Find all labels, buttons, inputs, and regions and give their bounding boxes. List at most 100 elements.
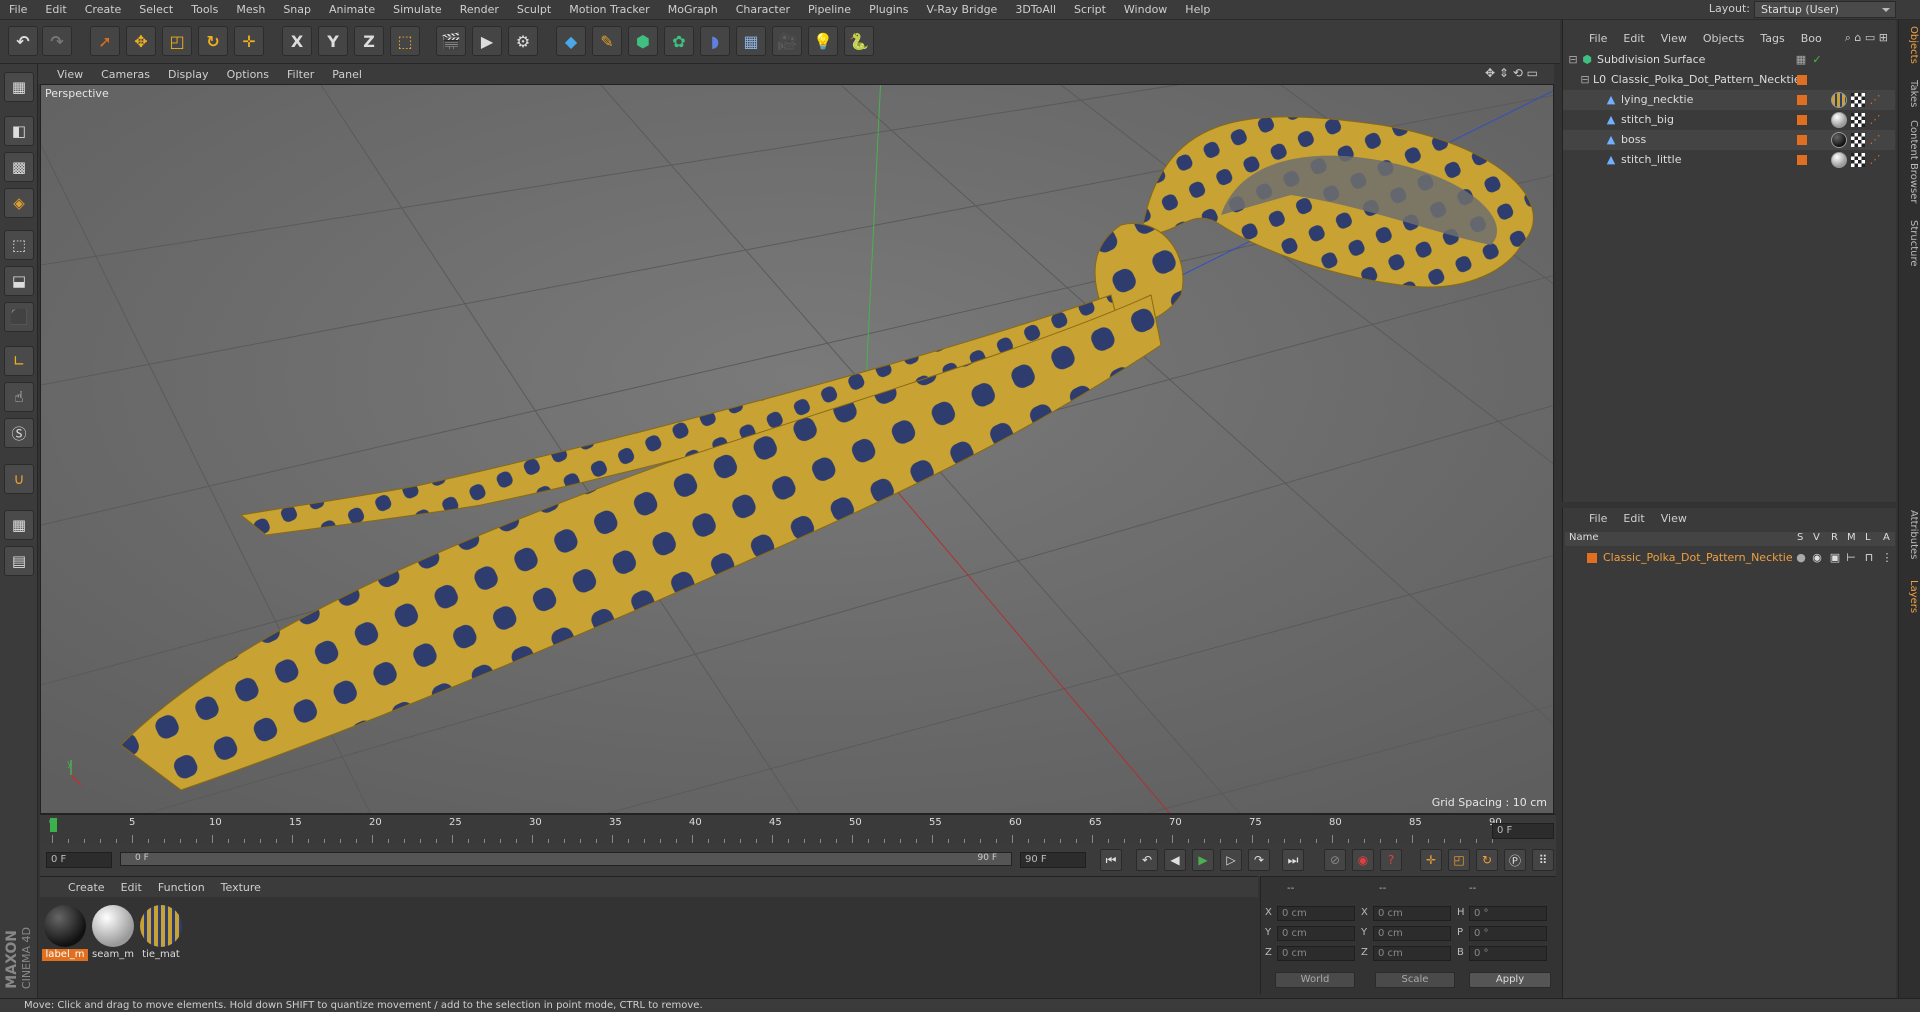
phong-tag-icon[interactable]: ⋰ bbox=[1869, 154, 1881, 166]
coord-type-select[interactable]: Scale bbox=[1375, 972, 1455, 988]
key-rotation-icon[interactable]: ↻ bbox=[1476, 849, 1498, 871]
object-row-necktie-null[interactable]: ⊟ L0 Classic_Polka_Dot_Pattern_Necktie bbox=[1563, 70, 1895, 90]
solo-mode-icon[interactable]: Ⓢ bbox=[4, 418, 34, 448]
layer-color-icon[interactable] bbox=[1797, 115, 1807, 125]
menu-sculpt[interactable]: Sculpt bbox=[508, 0, 560, 20]
position-y-field[interactable]: 0 cm bbox=[1277, 926, 1355, 941]
rotate-tool-icon[interactable]: ↻ bbox=[198, 26, 228, 56]
layout-select[interactable]: Startup (User) bbox=[1754, 1, 1896, 18]
layer-menu-file[interactable]: File bbox=[1581, 512, 1615, 525]
tab-layers[interactable]: Layers bbox=[1901, 580, 1919, 613]
phong-tag-icon[interactable]: ⋰ bbox=[1869, 114, 1881, 126]
object-row-subdivision[interactable]: ⊟ ⬢ Subdivision Surface ▦ ✓ bbox=[1563, 50, 1895, 70]
workplane-mode-icon[interactable]: ◈ bbox=[4, 188, 34, 218]
object-search-icons[interactable]: ⌕ ⌂ ▭ ⊞ bbox=[1845, 31, 1888, 45]
previous-frame-icon[interactable]: ◀ bbox=[1164, 849, 1186, 871]
layer-lock-icon[interactable]: ⊓ bbox=[1863, 552, 1875, 564]
timeline-playhead[interactable] bbox=[50, 818, 57, 832]
material-menu-texture[interactable]: Texture bbox=[213, 881, 269, 894]
tab-content-browser[interactable]: Content Browser bbox=[1901, 120, 1919, 203]
tab-structure[interactable]: Structure bbox=[1901, 220, 1919, 267]
layer-visible-icon[interactable]: ◉ bbox=[1811, 552, 1823, 564]
object-row-stitch-big[interactable]: ▲ stitch_big ⋰ bbox=[1563, 110, 1895, 130]
layer-menu-edit[interactable]: Edit bbox=[1615, 512, 1652, 525]
menu-mograph[interactable]: MoGraph bbox=[659, 0, 727, 20]
layer-color-icon[interactable] bbox=[1797, 135, 1807, 145]
polygons-mode-icon[interactable]: ⬛ bbox=[4, 302, 34, 332]
key-position-icon[interactable]: ✛ bbox=[1420, 849, 1442, 871]
keyframe-selection-icon[interactable]: ? bbox=[1380, 849, 1402, 871]
current-frame-field[interactable]: 0 F bbox=[1492, 823, 1554, 839]
menu-pipeline[interactable]: Pipeline bbox=[799, 0, 860, 20]
workplane-icon[interactable]: ▦ bbox=[4, 510, 34, 540]
rotation-p-field[interactable]: 0 ° bbox=[1469, 926, 1547, 941]
layer-menu-view[interactable]: View bbox=[1653, 512, 1695, 525]
material-menu-edit[interactable]: Edit bbox=[113, 881, 150, 894]
collapse-icon[interactable]: ⊟ bbox=[1567, 54, 1579, 66]
menu-script[interactable]: Script bbox=[1065, 0, 1115, 20]
array-generator-icon[interactable]: ✿ bbox=[664, 26, 694, 56]
texture-tag-icon[interactable] bbox=[1831, 132, 1847, 148]
axis-x-button[interactable]: X bbox=[282, 26, 312, 56]
object-menu-edit[interactable]: Edit bbox=[1615, 32, 1652, 45]
apply-button[interactable]: Apply bbox=[1469, 972, 1551, 988]
size-x-field[interactable]: 0 cm bbox=[1373, 906, 1451, 921]
autokey-icon[interactable]: ◉ bbox=[1352, 849, 1374, 871]
menu-file[interactable]: File bbox=[0, 0, 36, 20]
material-menu-function[interactable]: Function bbox=[150, 881, 213, 894]
object-row-lying-necktie[interactable]: ▲ lying_necktie ⋰ bbox=[1563, 90, 1895, 110]
tab-takes[interactable]: Takes bbox=[1901, 80, 1919, 107]
locked-workplane-icon[interactable]: ▤ bbox=[4, 546, 34, 576]
viewport-menu-panel[interactable]: Panel bbox=[323, 68, 371, 81]
render-view-icon[interactable]: 🎬 bbox=[436, 26, 466, 56]
layer-row-necktie[interactable]: Classic_Polka_Dot_Pattern_Necktie ● ◉ ▣ … bbox=[1563, 548, 1895, 568]
menu-edit[interactable]: Edit bbox=[36, 0, 75, 20]
menu-create[interactable]: Create bbox=[76, 0, 131, 20]
layer-solo-icon[interactable]: ● bbox=[1795, 552, 1807, 564]
texture-tag-icon[interactable] bbox=[1831, 152, 1847, 168]
object-menu-view[interactable]: View bbox=[1653, 32, 1695, 45]
object-row-boss[interactable]: ▲ boss ⋰ bbox=[1563, 130, 1895, 150]
redo-icon[interactable]: ↷ bbox=[42, 26, 72, 56]
viewport-perspective[interactable]: y Perspective Grid Spacing : 10 cm bbox=[40, 84, 1554, 814]
uvw-tag-icon[interactable] bbox=[1851, 153, 1865, 167]
end-frame-field[interactable]: 90 F bbox=[1020, 852, 1086, 868]
points-mode-icon[interactable]: ⬚ bbox=[4, 230, 34, 260]
collapse-icon[interactable]: ⊟ bbox=[1579, 74, 1591, 86]
menu-select[interactable]: Select bbox=[130, 0, 182, 20]
viewport-menu-filter[interactable]: Filter bbox=[278, 68, 323, 81]
record-keyframes-icon[interactable]: ⊘ bbox=[1324, 849, 1346, 871]
material-menu-create[interactable]: Create bbox=[60, 881, 113, 894]
move-tool-icon[interactable]: ✥ bbox=[126, 26, 156, 56]
cube-icon[interactable]: ◆ bbox=[556, 26, 586, 56]
menu-3dtoall[interactable]: 3DToAll bbox=[1006, 0, 1065, 20]
position-z-field[interactable]: 0 cm bbox=[1277, 946, 1355, 961]
layer-color-icon[interactable] bbox=[1797, 155, 1807, 165]
menu-mesh[interactable]: Mesh bbox=[227, 0, 274, 20]
layer-animation-icon[interactable]: ⋮ bbox=[1881, 552, 1893, 564]
snapping-icon[interactable]: ∪ bbox=[4, 464, 34, 494]
coord-mode-select[interactable]: World bbox=[1275, 972, 1355, 988]
size-z-field[interactable]: 0 cm bbox=[1373, 946, 1451, 961]
texture-mode-icon[interactable]: ▩ bbox=[4, 152, 34, 182]
next-frame-icon[interactable]: ▷ bbox=[1220, 849, 1242, 871]
model-mode-icon[interactable]: ◧ bbox=[4, 116, 34, 146]
position-x-field[interactable]: 0 cm bbox=[1277, 906, 1355, 921]
layer-color-icon[interactable] bbox=[1797, 75, 1807, 85]
key-pla-icon[interactable]: ⠿ bbox=[1532, 849, 1554, 871]
next-key-icon[interactable]: ↷ bbox=[1248, 849, 1270, 871]
phong-tag-icon[interactable]: ⋰ bbox=[1869, 94, 1881, 106]
tweak-mode-icon[interactable]: ☝ bbox=[4, 382, 34, 412]
live-selection-icon[interactable]: ✛ bbox=[234, 26, 264, 56]
menu-render[interactable]: Render bbox=[451, 0, 508, 20]
uvw-tag-icon[interactable] bbox=[1851, 113, 1865, 127]
menu-plugins[interactable]: Plugins bbox=[860, 0, 917, 20]
key-parameter-icon[interactable]: Ⓟ bbox=[1504, 849, 1526, 871]
phong-tag-icon[interactable]: ⋰ bbox=[1869, 134, 1881, 146]
undo-icon[interactable]: ↶ bbox=[8, 26, 38, 56]
axis-mode-icon[interactable]: ∟ bbox=[4, 346, 34, 376]
coordinate-system-icon[interactable]: ⬚ bbox=[390, 26, 420, 56]
scale-tool-icon[interactable]: ◰ bbox=[162, 26, 192, 56]
menu-animate[interactable]: Animate bbox=[320, 0, 384, 20]
viewport-nav-icons[interactable]: ✥ ⇕ ⟲ ▭ bbox=[1485, 66, 1538, 80]
